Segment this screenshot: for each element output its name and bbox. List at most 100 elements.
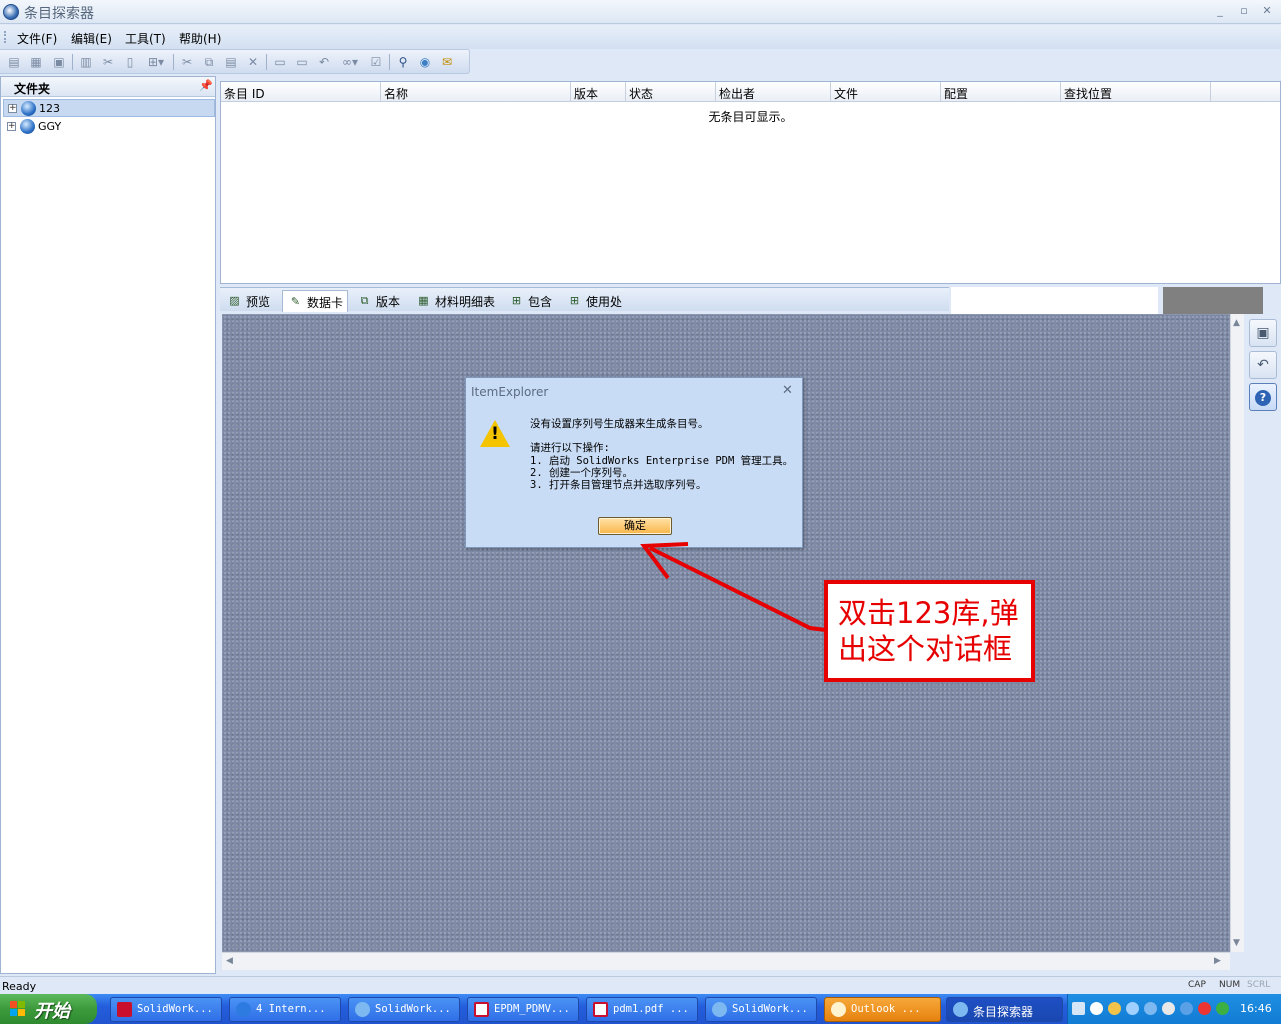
scroll-up-icon[interactable]: ▲	[1233, 318, 1240, 328]
tree-item-123[interactable]: + 123	[3, 99, 215, 117]
column-checked-out-by[interactable]: 检出者	[716, 82, 831, 102]
taskbar-button-epdm-pdf[interactable]: EPDM_PDMV...	[467, 997, 579, 1022]
new-item-icon[interactable]: ▤	[6, 54, 22, 70]
contains-icon: ⊞	[511, 294, 522, 307]
tab-bom[interactable]: ▦ 材料明细表	[411, 290, 499, 312]
minimize-button[interactable]: _	[1212, 4, 1228, 18]
view-icon[interactable]: ◉	[417, 54, 433, 70]
column-version[interactable]: 版本	[571, 82, 626, 102]
caps-indicator: CAP	[1188, 980, 1206, 990]
menu-help[interactable]: 帮助(H)	[179, 30, 221, 47]
toolbar-separator	[389, 54, 390, 70]
restore-button[interactable]: ▫	[1236, 4, 1252, 18]
paste-icon[interactable]: ▤	[223, 54, 239, 70]
copy-icon[interactable]: ⧉	[201, 54, 217, 70]
tab-preview[interactable]: ▨ 预览	[222, 290, 274, 312]
column-name[interactable]: 名称	[381, 82, 571, 102]
outlook-icon	[831, 1002, 846, 1017]
menu-file[interactable]: 文件(F)	[17, 30, 57, 47]
start-button[interactable]: 开始	[0, 994, 97, 1024]
security-icon[interactable]	[1216, 1002, 1229, 1015]
mail-icon[interactable]: ✉	[439, 54, 455, 70]
column-item-id[interactable]: 条目 ID	[221, 82, 381, 102]
pdf-icon	[474, 1002, 489, 1017]
cut-link-icon[interactable]: ✂	[100, 54, 116, 70]
undo-icon[interactable]: ↶	[1249, 351, 1277, 379]
outlook-tray-icon[interactable]	[1108, 1002, 1121, 1015]
volume-icon[interactable]	[1162, 1002, 1175, 1015]
scroll-down-icon[interactable]: ▼	[1233, 938, 1240, 948]
pin-icon[interactable]: 📌	[199, 79, 213, 92]
menu-grip	[4, 31, 7, 43]
check-in-icon[interactable]: ▭	[294, 54, 310, 70]
qq-icon[interactable]	[1198, 1002, 1211, 1015]
menu-edit[interactable]: 编辑(E)	[71, 30, 112, 47]
taskbar-button-internet[interactable]: 4 Intern...	[229, 997, 341, 1022]
vertical-scrollbar[interactable]: ▲ ▼	[1230, 314, 1244, 952]
toolbar: ▤ ▦ ▣ ▥ ✂ ▯ ⊞▾ ✂ ⧉ ▤ ✕ ▭ ▭ ↶ ∞▾ ☑ ⚲ ◉ ✉	[0, 49, 470, 74]
taskbar-button-label: Outlook ...	[851, 1003, 921, 1015]
tab-contains[interactable]: ⊞ 包含	[504, 290, 556, 312]
undo-checkout-icon[interactable]: ↶	[316, 54, 332, 70]
taskbar-button-item-explorer[interactable]: 条目探索器	[946, 997, 1063, 1022]
menu-tools[interactable]: 工具(T)	[125, 30, 166, 47]
title-bar: 条目探索器 _ ▫ ✕	[0, 0, 1281, 24]
taskbar-button-outlook[interactable]: Outlook ...	[824, 997, 941, 1022]
tab-label: 使用处	[586, 295, 623, 309]
horizontal-scrollbar[interactable]: ◀ ▶	[222, 952, 1230, 970]
vault-icon	[20, 119, 35, 134]
taskbar-button-pdm1-pdf[interactable]: pdm1.pdf ...	[586, 997, 698, 1022]
save-icon[interactable]: ▣	[1249, 319, 1277, 347]
status-text: Ready	[2, 980, 37, 993]
dialog-step: 3. 打开条目管理节点并选取序列号。	[530, 479, 707, 491]
expand-icon[interactable]: +	[8, 104, 17, 113]
properties-icon[interactable]: ☑	[368, 54, 384, 70]
tree-item-ggy[interactable]: + GGY	[3, 118, 215, 136]
ie-icon	[236, 1002, 251, 1017]
taskbar-button-label: SolidWork...	[375, 1003, 451, 1015]
tree-dropdown-icon[interactable]: ⊞▾	[144, 54, 168, 70]
num-indicator: NUM	[1219, 980, 1241, 990]
item-explorer-icon	[953, 1002, 968, 1017]
search-icon[interactable]: ⚲	[395, 54, 411, 70]
expand-icon[interactable]: +	[7, 122, 16, 131]
keyboard-icon[interactable]	[1072, 1002, 1085, 1015]
where-used-icon: ⊞	[569, 294, 580, 307]
copy-item-icon[interactable]: ▣	[51, 54, 67, 70]
column-found-in[interactable]: 查找位置	[1061, 82, 1211, 102]
column-state[interactable]: 状态	[626, 82, 716, 102]
delete-icon[interactable]: ✕	[245, 54, 261, 70]
network-icon[interactable]	[1126, 1002, 1139, 1015]
tab-versions[interactable]: ⧉ 版本	[352, 290, 404, 312]
dialog-message: 没有设置序列号生成器来生成条目号。	[530, 418, 709, 430]
column-configuration[interactable]: 配置	[941, 82, 1061, 102]
toolbar-separator	[173, 54, 174, 70]
taskbar-button-solidworks[interactable]: SolidWork...	[110, 997, 222, 1022]
taskbar-button-solidworks-pdm[interactable]: SolidWork...	[348, 997, 460, 1022]
document-icon[interactable]: ▯	[122, 54, 138, 70]
taskbar-button-label: SolidWork...	[732, 1003, 808, 1015]
taskbar-button-label: 4 Intern...	[256, 1003, 326, 1015]
close-button[interactable]: ✕	[1259, 4, 1275, 18]
pdm-tray-icon[interactable]	[1144, 1002, 1157, 1015]
scroll-left-icon[interactable]: ◀	[226, 956, 233, 966]
tab-label: 包含	[528, 295, 553, 309]
check-out-icon[interactable]: ▭	[272, 54, 288, 70]
device-icon[interactable]	[1180, 1002, 1193, 1015]
dialog-title: ItemExplorer	[471, 385, 549, 399]
column-file[interactable]: 文件	[831, 82, 941, 102]
cut-icon[interactable]: ✂	[179, 54, 195, 70]
taskbar-button-solidworks-2[interactable]: SolidWork...	[705, 997, 817, 1022]
folder-panel-title: 文件夹	[14, 82, 51, 96]
dialog-close-icon[interactable]: ✕	[782, 383, 793, 398]
help-icon[interactable]: ?	[1249, 383, 1277, 411]
collapse-tray-icon[interactable]	[1090, 1002, 1103, 1015]
new-bom-icon[interactable]: ▦	[28, 54, 44, 70]
tab-where-used[interactable]: ⊞ 使用处	[562, 290, 626, 312]
print-icon[interactable]: ▥	[78, 54, 94, 70]
scroll-right-icon[interactable]: ▶	[1214, 956, 1221, 966]
tab-datacard[interactable]: ✎ 数据卡	[282, 290, 349, 312]
pdf-icon	[593, 1002, 608, 1017]
workflow-dropdown-icon[interactable]: ∞▾	[338, 54, 362, 70]
app-icon	[3, 4, 19, 20]
